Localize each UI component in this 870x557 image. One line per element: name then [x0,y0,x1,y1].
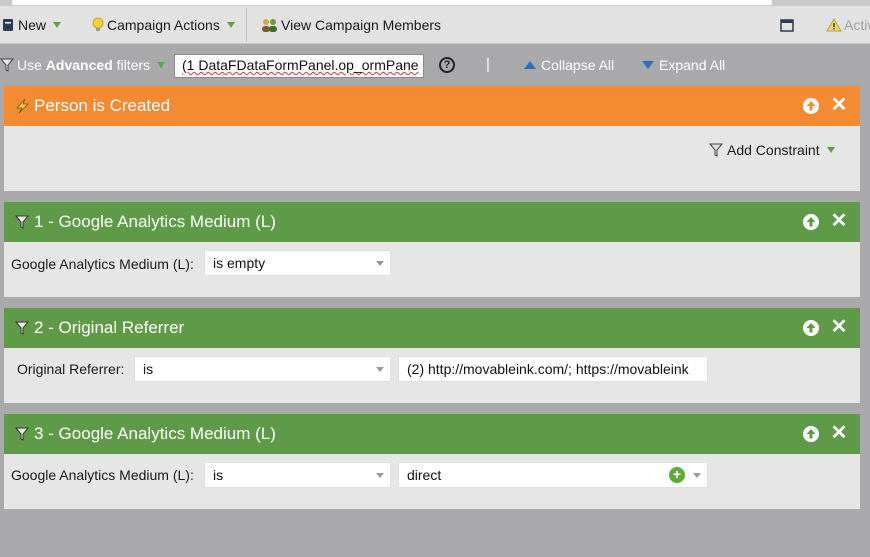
value-text: (2) http://movableink.com/; https://mova… [407,361,689,377]
filter-logic-input[interactable]: (1 DataFDataFormPanel.op_ormPane [174,54,424,78]
advanced-filters-menu[interactable]: Use Advanced filters [0,44,166,86]
expand-icon [642,61,654,69]
chevron-down-icon [693,473,701,478]
operator-value: is [143,361,154,377]
field-label: Google Analytics Medium (L): [11,467,194,483]
filterbar-separator: | [486,56,490,73]
collapse-icon [524,61,536,69]
new-dropdown-icon [53,22,62,28]
value-select[interactable]: direct + [398,462,708,488]
chevron-down-icon [376,261,384,266]
new-label: New [18,17,47,33]
collapse-all-label: Collapse All [541,57,615,73]
operator-select[interactable]: is [134,356,391,382]
campaign-actions-dropdown-icon [226,22,235,28]
funnel-icon [0,58,14,72]
operator-select[interactable]: is [204,462,391,488]
add-constraint-label: Add Constraint [727,142,820,158]
operator-value: is empty [213,255,266,271]
filter-header: 2 - Original Referrer ✕ [4,308,860,348]
filter-title: 2 - Original Referrer [34,318,185,337]
campaign-actions-label: Campaign Actions [107,17,220,33]
value-field[interactable]: (2) http://movableink.com/; https://mova… [398,356,708,382]
filter-panel-2: 2 - Original Referrer ✕ Original Referre… [4,308,860,403]
funnel-icon [14,215,30,229]
add-constraint-dropdown-icon [826,147,835,153]
move-up-icon[interactable] [803,214,819,230]
filter-title: 1 - Google Analytics Medium (L) [34,212,276,231]
help-icon[interactable]: ? [439,57,455,73]
field-label: Original Referrer: [17,361,125,377]
filter-logic-value: (1 DataFDataFormPanel.op_ormPane [182,57,419,73]
trigger-title: Person is Created [34,96,171,115]
operator-value: is [213,467,224,483]
document-icon [3,19,13,31]
collapse-all-link[interactable]: Collapse All [524,44,614,86]
toolbar-separator [246,8,247,42]
active-label: Activ [844,17,870,33]
filter-header: 3 - Google Analytics Medium (L) ✕ [4,414,860,454]
window-button[interactable] [780,6,794,44]
operator-select[interactable]: is empty [204,250,391,276]
advanced-filters-dropdown-icon [157,62,166,68]
remove-icon[interactable]: ✕ [830,211,848,231]
funnel-icon [708,143,724,157]
toolbar: New Campaign Actions View Campaign Membe… [0,6,870,44]
use-label: Use [17,57,42,73]
filter-title: 3 - Google Analytics Medium (L) [34,424,276,443]
lightning-icon [16,98,29,114]
window-icon [780,18,794,32]
active-status: Activ [826,6,870,44]
move-up-icon[interactable] [803,320,819,336]
move-up-icon[interactable] [803,426,819,442]
remove-icon[interactable]: ✕ [830,317,848,337]
filter-panel-3: 3 - Google Analytics Medium (L) ✕ Google… [4,414,860,509]
remove-icon[interactable]: ✕ [830,423,848,443]
add-constraint-button[interactable]: Add Constraint [708,130,835,170]
funnel-icon [14,427,30,441]
filter-panel-1: 1 - Google Analytics Medium (L) ✕ Google… [4,202,860,297]
filter-header: 1 - Google Analytics Medium (L) ✕ [4,202,860,242]
chevron-down-icon [376,367,384,372]
warning-icon [826,18,842,32]
view-campaign-members-button[interactable]: View Campaign Members [261,6,441,44]
filters-label: filters [116,57,151,73]
trigger-panel: Person is Created ✕ Add Constraint [4,86,860,191]
expand-all-link[interactable]: Expand All [642,44,725,86]
chevron-down-icon [376,473,384,478]
active-tab-edge [12,0,772,5]
add-value-icon[interactable]: + [669,467,685,483]
value-text: direct [407,467,442,483]
filter-bar: Use Advanced filters (1 DataFDataFormPan… [0,44,870,86]
advanced-label: Advanced [45,57,113,73]
new-menu[interactable]: New [2,6,62,44]
campaign-actions-menu[interactable]: Campaign Actions [92,6,235,44]
lightbulb-icon [92,17,104,31]
people-icon [262,19,277,32]
field-label: Google Analytics Medium (L): [11,256,194,272]
view-campaign-members-label: View Campaign Members [281,17,442,33]
funnel-icon [14,321,30,335]
expand-all-label: Expand All [659,57,726,73]
remove-icon[interactable]: ✕ [830,95,848,115]
trigger-header: Person is Created ✕ [4,86,860,126]
move-up-icon[interactable] [803,98,819,114]
